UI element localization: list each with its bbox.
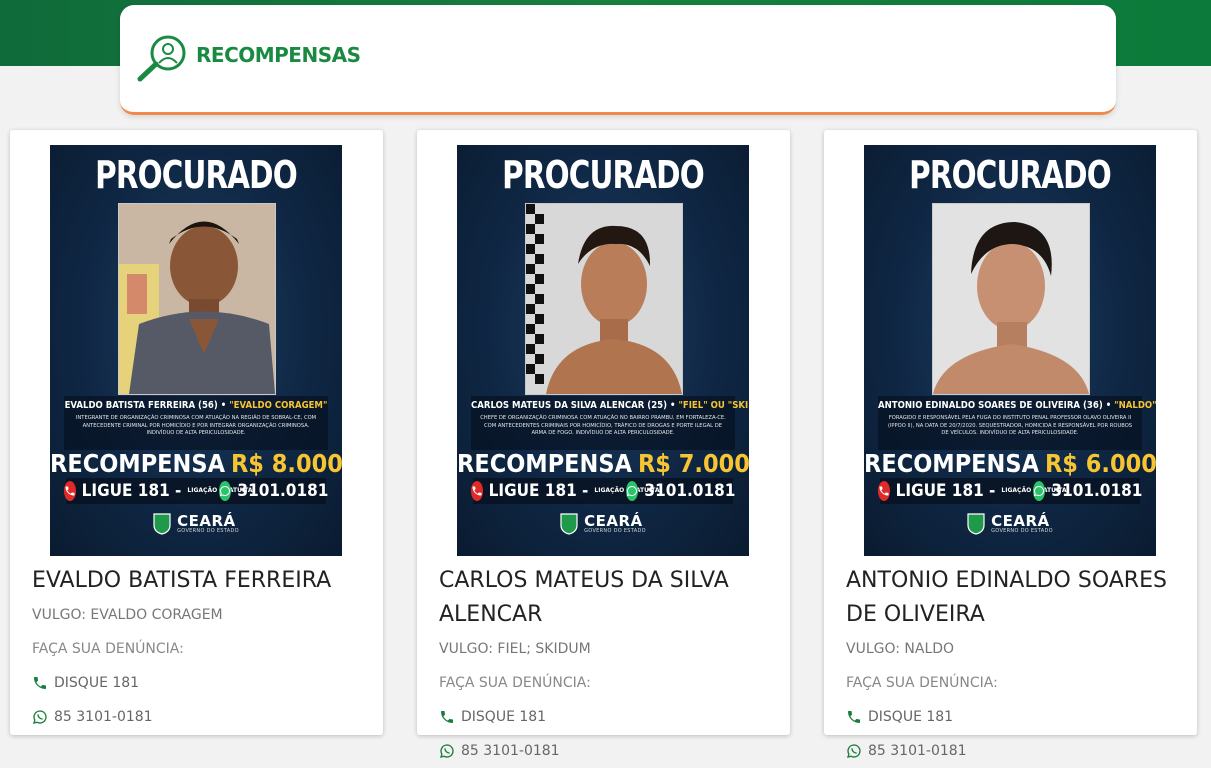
poster-description: FORAGIDO E RESPONSÁVEL PELA FUGA DO INST… [887,415,1133,436]
reward-value: R$ 7.000,00 [637,449,749,478]
wanted-card-1[interactable]: PROCURADO EVALDO BATISTA FERREIRA (56) •… [10,130,383,735]
ceara-logo-text: CEARÁ [584,512,643,530]
search-person-icon [137,35,186,82]
ceara-logo-sub: GOVERNO DO ESTADO [991,528,1053,534]
whatsapp-link[interactable]: 85 3101-0181 [439,734,774,768]
disque-link[interactable]: Disque 181 [439,700,774,734]
phone-icon [848,711,860,723]
wanted-card-3[interactable]: PROCURADO ANTONIO EDINALDO SOARES DE OLI… [824,130,1197,759]
poster-reward: RECOMPENSAR$ 8.000,00 [50,449,342,478]
poster-ligue: LIGUE 181 - [81,481,182,501]
poster-caption: EVALDO BATISTA FERREIRA (56) • "EVALDO C… [64,396,328,450]
whatsapp-label: 85 3101-0181 [868,743,967,759]
poster-whatsapp: 3101.0181 [237,481,329,501]
poster-whatsapp: 3101.0181 [644,481,736,501]
wanted-poster[interactable]: PROCURADO ANTONIO EDINALDO SOARES DE OLI… [864,145,1156,556]
wanted-alias: VULGO: FIEL; SKIDUM [439,641,591,657]
wanted-name: EVALDO BATISTA FERREIRA [32,568,332,593]
ceara-logo: CEARÁ GOVERNO DO ESTADO [457,513,749,535]
reward-value: R$ 8.000,00 [230,449,342,478]
poster-ligacao: LIGAÇÃO GRATUITA [1001,487,1067,494]
wanted-alias: VULGO: NALDO [846,641,955,657]
poster-alias: "NALDO" [1114,400,1156,411]
poster-caption: CARLOS MATEUS DA SILVA ALENCAR (25) • "F… [471,396,749,450]
disque-label: Disque 181 [461,709,547,725]
poster-reward: RECOMPENSAR$ 6.000,00 [864,449,1156,478]
reward-label: RECOMPENSA [50,449,225,478]
ceara-logo-sub: GOVERNO DO ESTADO [584,528,646,534]
phone-icon [34,677,46,689]
poster-ligacao: LIGAÇÃO GRATUITA [594,487,660,494]
poster-contact-row: LIGUE 181 - LIGAÇÃO GRATUITA 3101.0181 [877,478,1143,504]
poster-alias: "EVALDO CORAGEM" [229,400,328,411]
wanted-name: CARLOS MATEUS DA SILVA ALENCAR [439,568,729,627]
whatsapp-label: 85 3101-0181 [54,709,153,725]
ceara-logo-text: CEARÁ [177,512,236,530]
reward-value: R$ 6.000,00 [1044,449,1156,478]
denuncia-label: Faça sua denúncia: [439,675,591,691]
poster-alias: "FIEL" OU "SKIDUM" [678,400,749,411]
whatsapp-icon [626,481,639,501]
poster-title: PROCURADO [502,153,705,197]
wanted-poster[interactable]: PROCURADO EVALDO BATISTA FERREIRA (56) •… [50,145,342,556]
whatsapp-icon [1033,481,1046,501]
poster-ligue: LIGUE 181 - [895,481,996,501]
wanted-name: ANTONIO EDINALDO SOARES DE OLIVEIRA [846,568,1167,627]
phone-icon [470,481,483,501]
poster-caption: ANTONIO EDINALDO SOARES DE OLIVEIRA (36)… [878,396,1156,450]
denuncia-label: Faça sua denúncia: [846,675,998,691]
wanted-poster[interactable]: PROCURADO CARLOS MATEUS DA SILVA ALENCAR… [457,145,749,556]
poster-name: EVALDO BATISTA FERREIRA (56) • [64,400,227,411]
poster-contact-row: LIGUE 181 - LIGAÇÃO GRATUITA 3101.0181 [63,478,329,504]
whatsapp-link[interactable]: 85 3101-0181 [32,700,367,734]
disque-label: Disque 181 [868,709,954,725]
suspect-photo [118,203,276,395]
poster-name: CARLOS MATEUS DA SILVA ALENCAR (25) • [471,400,676,411]
poster-name: ANTONIO EDINALDO SOARES DE OLIVEIRA (36)… [878,400,1112,411]
poster-description: CHEFE DE ORGANIZAÇÃO CRIMINOSA COM ATUAÇ… [480,415,726,436]
poster-ligacao: LIGAÇÃO GRATUITA [187,487,253,494]
ceara-logo-sub: GOVERNO DO ESTADO [177,528,239,534]
disque-label: Disque 181 [54,675,140,691]
poster-contact-row: LIGUE 181 - LIGAÇÃO GRATUITA 3101.0181 [470,478,736,504]
phone-icon [441,711,453,723]
phone-icon [877,481,890,501]
suspect-photo [932,203,1090,395]
poster-whatsapp: 3101.0181 [1051,481,1143,501]
poster-description: INTEGRANTE DE ORGANIZAÇÃO CRIMINOSA COM … [75,415,317,436]
poster-title: PROCURADO [95,153,298,197]
reward-label: RECOMPENSA [864,449,1039,478]
ceara-logo: CEARÁ GOVERNO DO ESTADO [50,513,342,535]
whatsapp-icon [440,744,454,758]
wanted-info: EVALDO BATISTA FERREIRA VULGO: EVALDO CO… [32,564,367,734]
suspect-photo [525,203,683,395]
poster-title: PROCURADO [909,153,1112,197]
poster-ligue: LIGUE 181 - [488,481,589,501]
wanted-alias: VULGO: EVALDO CORAGEM [32,607,223,623]
page-title: RECOMPENSAS [196,43,361,67]
wanted-card-2[interactable]: PROCURADO CARLOS MATEUS DA SILVA ALENCAR… [417,130,790,759]
whatsapp-icon [33,710,47,724]
disque-link[interactable]: Disque 181 [32,666,367,700]
ceara-logo-text: CEARÁ [991,512,1050,530]
poster-reward: RECOMPENSAR$ 7.000,00 [457,449,749,478]
whatsapp-link[interactable]: 85 3101-0181 [846,734,1181,768]
whatsapp-icon [219,481,232,501]
wanted-info: ANTONIO EDINALDO SOARES DE OLIVEIRA VULG… [846,564,1181,768]
denuncia-label: Faça sua denúncia: [32,641,184,657]
wanted-info: CARLOS MATEUS DA SILVA ALENCAR VULGO: FI… [439,564,774,768]
disque-link[interactable]: Disque 181 [846,700,1181,734]
phone-icon [63,481,76,501]
ceara-logo: CEARÁ GOVERNO DO ESTADO [864,513,1156,535]
reward-label: RECOMPENSA [457,449,632,478]
whatsapp-icon [847,744,861,758]
whatsapp-label: 85 3101-0181 [461,743,560,759]
header-card: RECOMPENSAS [120,5,1116,115]
